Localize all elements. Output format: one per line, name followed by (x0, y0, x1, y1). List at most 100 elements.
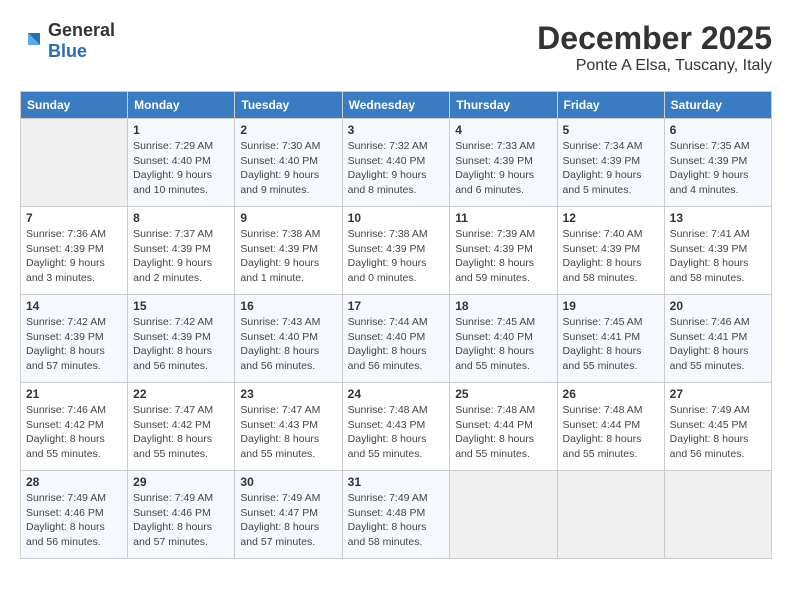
day-info: Sunrise: 7:36 AM Sunset: 4:39 PM Dayligh… (26, 227, 122, 286)
day-cell: 10 Sunrise: 7:38 AM Sunset: 4:39 PM Dayli… (342, 207, 450, 295)
day-cell: 19 Sunrise: 7:45 AM Sunset: 4:41 PM Dayli… (557, 295, 664, 383)
day-number: 12 (563, 211, 659, 225)
day-cell: 16 Sunrise: 7:43 AM Sunset: 4:40 PM Dayli… (235, 295, 342, 383)
day-info: Sunrise: 7:38 AM Sunset: 4:39 PM Dayligh… (348, 227, 445, 286)
day-info: Sunrise: 7:39 AM Sunset: 4:39 PM Dayligh… (455, 227, 551, 286)
day-cell: 2 Sunrise: 7:30 AM Sunset: 4:40 PM Daylig… (235, 119, 342, 207)
day-number: 10 (348, 211, 445, 225)
day-cell (21, 119, 128, 207)
day-cell: 18Sunrise: 7:45 AM Sunset: 4:40 PM Dayli… (450, 295, 557, 383)
day-cell (450, 471, 557, 559)
week-row-5: 28 Sunrise: 7:49 AM Sunset: 4:46 PM Dayli… (21, 471, 772, 559)
weekday-header-tuesday: Tuesday (235, 92, 342, 119)
day-info: Sunrise: 7:49 AM Sunset: 4:46 PM Dayligh… (26, 491, 122, 550)
day-cell: 1 Sunrise: 7:29 AM Sunset: 4:40 PM Daylig… (128, 119, 235, 207)
day-number: 2 (240, 123, 336, 137)
day-info: Sunrise: 7:42 AM Sunset: 4:39 PM Dayligh… (133, 315, 229, 374)
day-cell: 20 Sunrise: 7:46 AM Sunset: 4:41 PM Dayli… (664, 295, 771, 383)
day-number: 19 (563, 299, 659, 313)
day-number: 11 (455, 211, 551, 225)
day-info: Sunrise: 7:30 AM Sunset: 4:40 PM Dayligh… (240, 139, 336, 198)
day-cell: 9 Sunrise: 7:38 AM Sunset: 4:39 PM Daylig… (235, 207, 342, 295)
day-cell: 24 Sunrise: 7:48 AM Sunset: 4:43 PM Dayli… (342, 383, 450, 471)
logo-icon (20, 29, 44, 53)
weekday-header-friday: Friday (557, 92, 664, 119)
weekday-header-saturday: Saturday (664, 92, 771, 119)
day-info: Sunrise: 7:29 AM Sunset: 4:40 PM Dayligh… (133, 139, 229, 198)
day-number: 24 (348, 387, 445, 401)
weekday-header-sunday: Sunday (21, 92, 128, 119)
day-number: 17 (348, 299, 445, 313)
day-cell: 22 Sunrise: 7:47 AM Sunset: 4:42 PM Dayli… (128, 383, 235, 471)
day-cell (664, 471, 771, 559)
day-info: Sunrise: 7:48 AM Sunset: 4:44 PM Dayligh… (563, 403, 659, 462)
weekday-header-row: SundayMondayTuesdayWednesdayThursdayFrid… (21, 92, 772, 119)
day-number: 20 (670, 299, 766, 313)
day-info: Sunrise: 7:47 AM Sunset: 4:42 PM Dayligh… (133, 403, 229, 462)
weekday-header-wednesday: Wednesday (342, 92, 450, 119)
logo-text: General Blue (48, 20, 115, 62)
week-row-4: 21Sunrise: 7:46 AM Sunset: 4:42 PM Dayli… (21, 383, 772, 471)
day-number: 27 (670, 387, 766, 401)
day-info: Sunrise: 7:38 AM Sunset: 4:39 PM Dayligh… (240, 227, 336, 286)
day-info: Sunrise: 7:41 AM Sunset: 4:39 PM Dayligh… (670, 227, 766, 286)
logo-blue: Blue (48, 41, 87, 61)
day-cell: 30Sunrise: 7:49 AM Sunset: 4:47 PM Dayli… (235, 471, 342, 559)
day-number: 14 (26, 299, 122, 313)
day-number: 15 (133, 299, 229, 313)
header: General Blue December 2025 Ponte A Elsa,… (20, 20, 772, 75)
title-area: December 2025 Ponte A Elsa, Tuscany, Ita… (537, 20, 772, 75)
week-row-2: 7 Sunrise: 7:36 AM Sunset: 4:39 PM Daylig… (21, 207, 772, 295)
day-info: Sunrise: 7:48 AM Sunset: 4:44 PM Dayligh… (455, 403, 551, 462)
day-cell: 17 Sunrise: 7:44 AM Sunset: 4:40 PM Dayli… (342, 295, 450, 383)
day-info: Sunrise: 7:49 AM Sunset: 4:45 PM Dayligh… (670, 403, 766, 462)
day-number: 22 (133, 387, 229, 401)
day-info: Sunrise: 7:40 AM Sunset: 4:39 PM Dayligh… (563, 227, 659, 286)
day-info: Sunrise: 7:49 AM Sunset: 4:47 PM Dayligh… (240, 491, 336, 550)
logo: General Blue (20, 20, 115, 62)
day-number: 9 (240, 211, 336, 225)
day-cell: 8Sunrise: 7:37 AM Sunset: 4:39 PM Daylig… (128, 207, 235, 295)
day-number: 1 (133, 123, 229, 137)
day-number: 5 (563, 123, 659, 137)
day-number: 26 (563, 387, 659, 401)
day-number: 21 (26, 387, 122, 401)
day-number: 7 (26, 211, 122, 225)
day-number: 6 (670, 123, 766, 137)
weekday-header-monday: Monday (128, 92, 235, 119)
weekday-header-thursday: Thursday (450, 92, 557, 119)
day-cell: 23Sunrise: 7:47 AM Sunset: 4:43 PM Dayli… (235, 383, 342, 471)
day-info: Sunrise: 7:45 AM Sunset: 4:41 PM Dayligh… (563, 315, 659, 374)
day-cell: 26 Sunrise: 7:48 AM Sunset: 4:44 PM Dayli… (557, 383, 664, 471)
day-cell: 6Sunrise: 7:35 AM Sunset: 4:39 PM Daylig… (664, 119, 771, 207)
day-cell: 21Sunrise: 7:46 AM Sunset: 4:42 PM Dayli… (21, 383, 128, 471)
calendar-table: SundayMondayTuesdayWednesdayThursdayFrid… (20, 91, 772, 559)
day-number: 28 (26, 475, 122, 489)
day-cell: 31Sunrise: 7:49 AM Sunset: 4:48 PM Dayli… (342, 471, 450, 559)
day-info: Sunrise: 7:46 AM Sunset: 4:41 PM Dayligh… (670, 315, 766, 374)
day-number: 23 (240, 387, 336, 401)
day-number: 16 (240, 299, 336, 313)
day-info: Sunrise: 7:43 AM Sunset: 4:40 PM Dayligh… (240, 315, 336, 374)
day-number: 29 (133, 475, 229, 489)
day-cell: 3 Sunrise: 7:32 AM Sunset: 4:40 PM Daylig… (342, 119, 450, 207)
day-info: Sunrise: 7:33 AM Sunset: 4:39 PM Dayligh… (455, 139, 551, 198)
day-cell: 15 Sunrise: 7:42 AM Sunset: 4:39 PM Dayli… (128, 295, 235, 383)
day-cell: 27 Sunrise: 7:49 AM Sunset: 4:45 PM Dayli… (664, 383, 771, 471)
day-info: Sunrise: 7:44 AM Sunset: 4:40 PM Dayligh… (348, 315, 445, 374)
day-info: Sunrise: 7:49 AM Sunset: 4:46 PM Dayligh… (133, 491, 229, 550)
day-cell: 13Sunrise: 7:41 AM Sunset: 4:39 PM Dayli… (664, 207, 771, 295)
day-info: Sunrise: 7:32 AM Sunset: 4:40 PM Dayligh… (348, 139, 445, 198)
day-cell: 14Sunrise: 7:42 AM Sunset: 4:39 PM Dayli… (21, 295, 128, 383)
day-cell: 28 Sunrise: 7:49 AM Sunset: 4:46 PM Dayli… (21, 471, 128, 559)
day-number: 31 (348, 475, 445, 489)
day-cell: 5Sunrise: 7:34 AM Sunset: 4:39 PM Daylig… (557, 119, 664, 207)
day-info: Sunrise: 7:48 AM Sunset: 4:43 PM Dayligh… (348, 403, 445, 462)
day-number: 3 (348, 123, 445, 137)
week-row-3: 14 Sunrise: 7:42 AM Sunset: 4:39 PM Dayli… (21, 295, 772, 383)
month-title: December 2025 (537, 20, 772, 57)
day-number: 25 (455, 387, 551, 401)
day-info: Sunrise: 7:37 AM Sunset: 4:39 PM Dayligh… (133, 227, 229, 286)
day-cell: 4 Sunrise: 7:33 AM Sunset: 4:39 PM Daylig… (450, 119, 557, 207)
day-number: 4 (455, 123, 551, 137)
